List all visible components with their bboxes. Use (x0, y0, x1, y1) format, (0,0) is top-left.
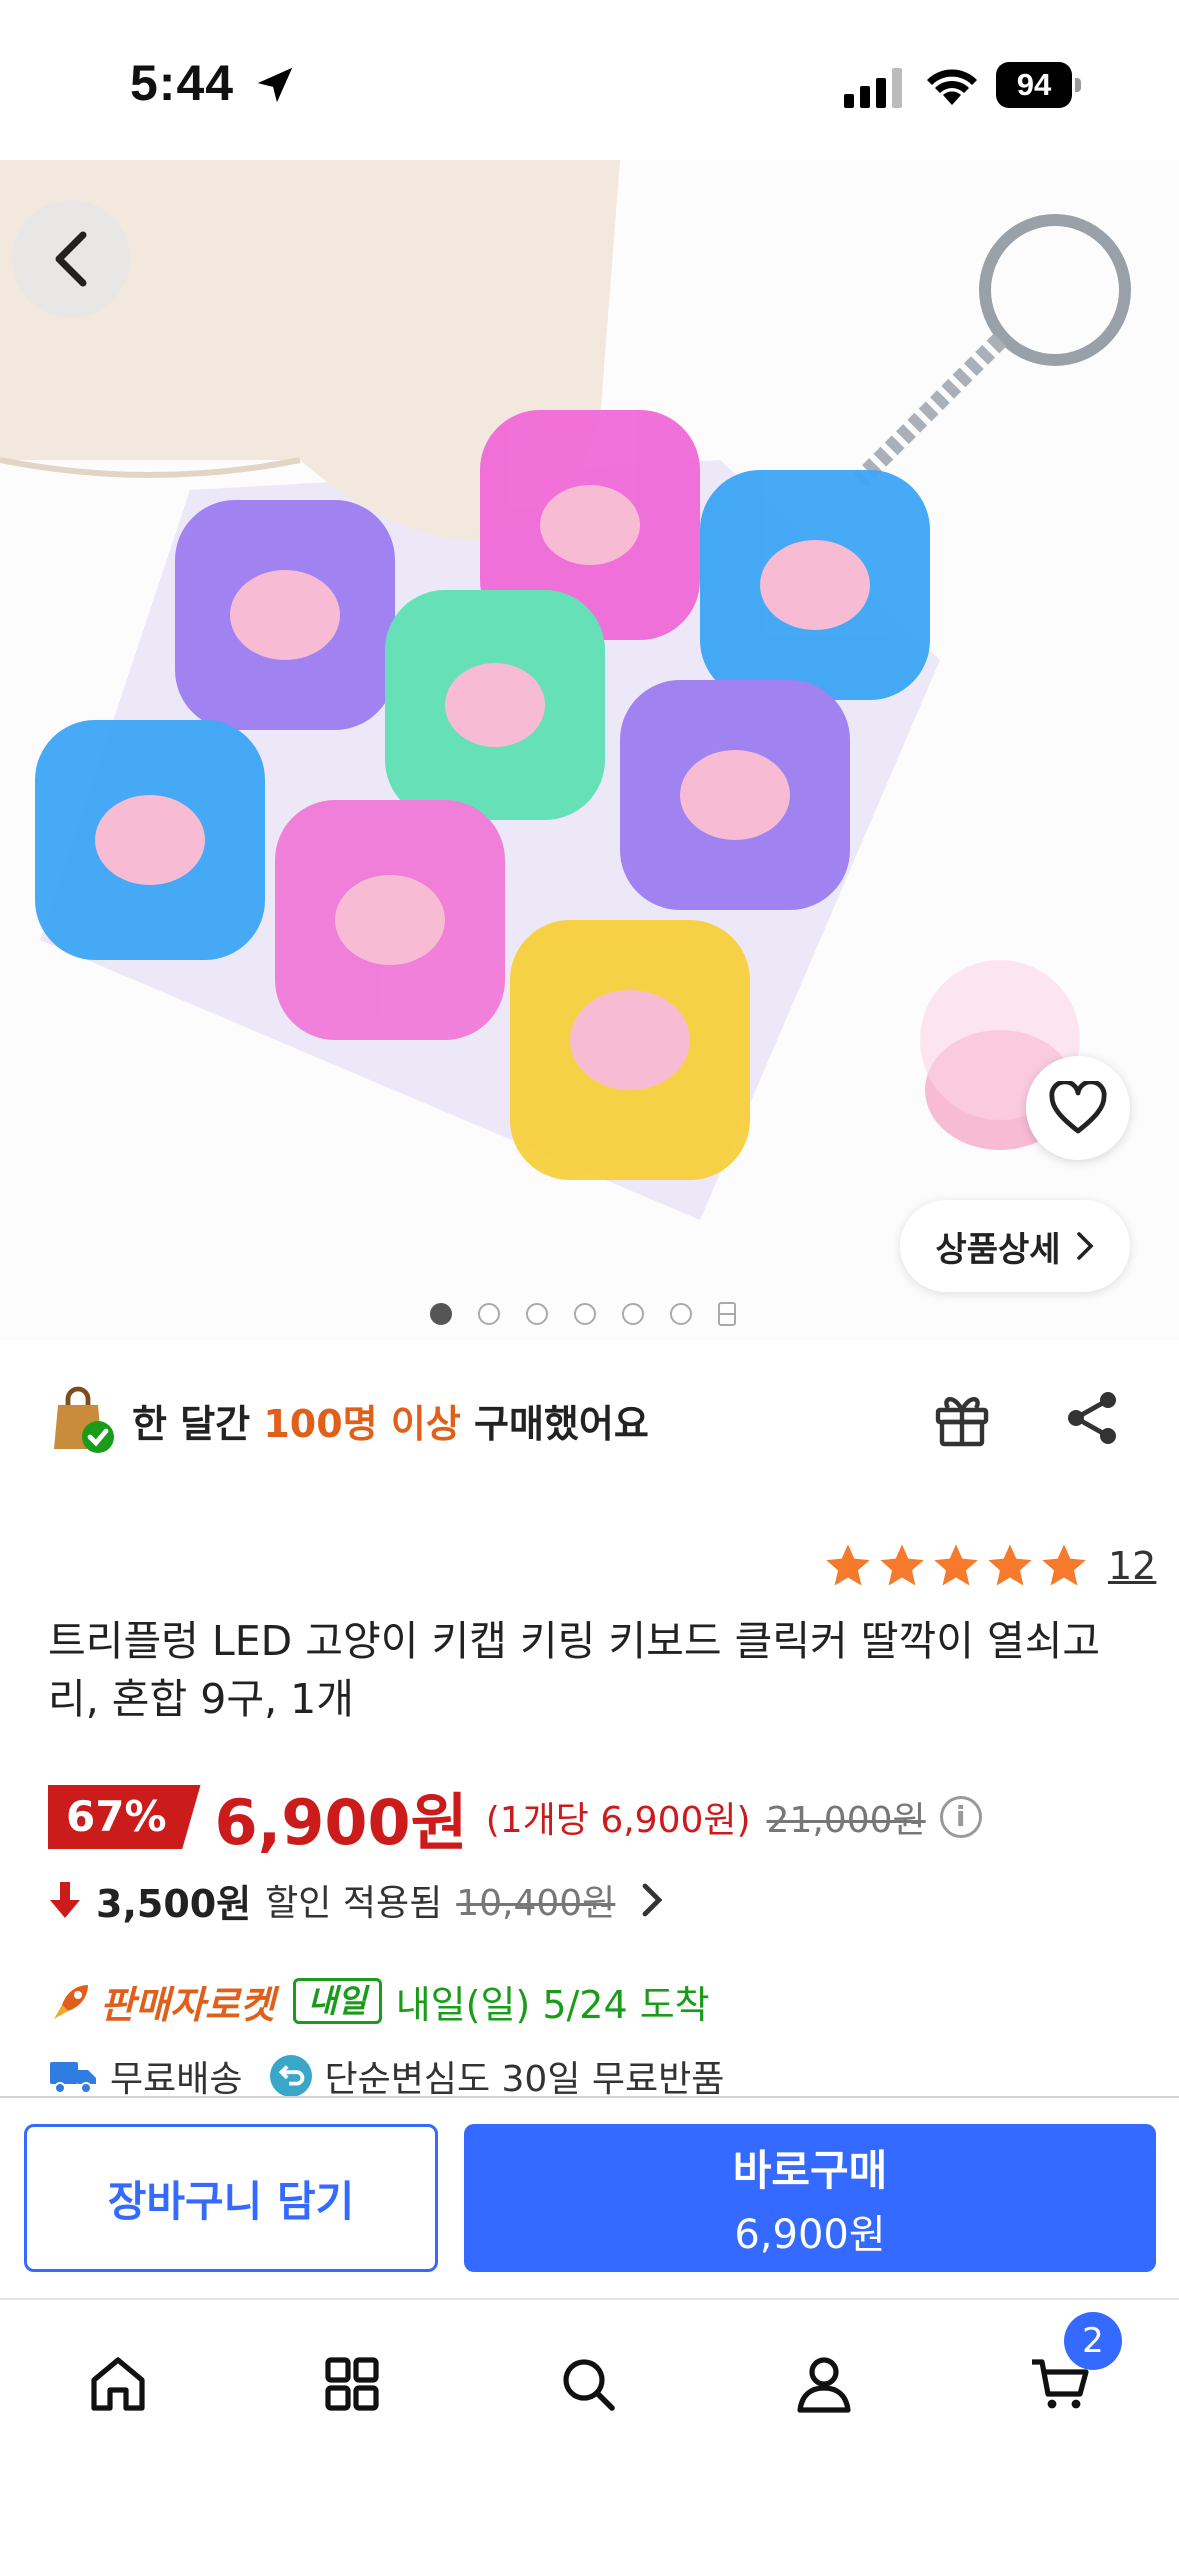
unit-price: (1개당 6,900원) (485, 1800, 751, 1841)
grid-icon (325, 2357, 379, 2411)
down-arrow-icon (50, 1882, 80, 1918)
purchase-count-row: 한 달간 100명 이상 구매했어요 (50, 1380, 1130, 1460)
free-return-text: 단순변심도 30일 무료반품 (324, 2059, 725, 2100)
chevron-left-icon (55, 231, 87, 287)
carousel-dot-1[interactable] (430, 1303, 452, 1325)
home-icon (91, 2357, 145, 2411)
discount-badge: 67% (48, 1785, 201, 1849)
truck-icon (50, 2062, 96, 2094)
star-icon (1042, 1544, 1086, 1586)
return-icon (270, 2055, 313, 2097)
tab-search[interactable] (546, 2342, 630, 2426)
user-icon (797, 2357, 851, 2413)
gift-icon[interactable] (930, 1386, 994, 1450)
buy-now-label: 바로구매 (732, 2145, 888, 2195)
purchase-bar: 장바구니 담기 바로구매 6,900원 (0, 2096, 1179, 2300)
battery-level: 94 (996, 62, 1072, 108)
proof-prefix: 한 달간 (132, 1401, 264, 1446)
carousel-dot-5[interactable] (622, 1303, 644, 1325)
cart-count-badge: 2 (1064, 2312, 1122, 2370)
tab-home[interactable] (76, 2342, 160, 2426)
location-arrow-icon (257, 67, 293, 103)
product-detail-button[interactable]: 상품상세 (900, 1200, 1130, 1292)
search-icon (563, 2359, 615, 2411)
sale-price: 6,900원 (214, 1786, 468, 1859)
back-button[interactable] (12, 200, 130, 318)
carousel-dot-4[interactable] (574, 1303, 596, 1325)
carousel-dot-2[interactable] (478, 1303, 500, 1325)
star-icon (988, 1544, 1032, 1586)
carousel-dots[interactable] (430, 1302, 736, 1326)
proof-highlight: 100명 이상 (263, 1401, 461, 1446)
shopping-bag-check-icon (54, 1386, 114, 1453)
coupon-original-price: 10,400원 (456, 1883, 616, 1924)
battery-indicator: 94 (996, 62, 1082, 108)
tab-cart[interactable]: 2 (1018, 2312, 1122, 2426)
original-price: 21,000원 (766, 1800, 926, 1841)
product-photo (0, 160, 1131, 1220)
product-detail-label: 상품상세 (935, 1229, 1061, 1270)
carousel-dot-3[interactable] (526, 1303, 548, 1325)
heart-icon (1049, 1081, 1107, 1134)
coupon-price-row[interactable]: 3,500원 할인 적용됨 10,400원 (48, 1870, 667, 1930)
arrival-date: 내일(일) 5/24 도착 (395, 1982, 710, 2027)
buy-now-button[interactable]: 바로구매 6,900원 (464, 2124, 1156, 2272)
review-count-link[interactable]: 12 (1108, 1544, 1156, 1588)
coupon-price: 3,500원 (96, 1881, 252, 1926)
carousel-dot-6[interactable] (670, 1303, 692, 1325)
wishlist-button[interactable] (1026, 1056, 1130, 1160)
wifi-icon (927, 69, 977, 105)
purchase-count-text: 한 달간 100명 이상 구매했어요 (132, 1393, 649, 1448)
bottom-tab-bar: 2 (0, 2298, 1179, 2556)
share-icon[interactable] (1060, 1386, 1124, 1450)
carousel-more-icon[interactable] (718, 1302, 736, 1326)
proof-suffix: 구매했어요 (460, 1401, 649, 1446)
seller-rocket-label: 판매자로켓 (100, 1982, 275, 2027)
battery-cap (1075, 78, 1081, 92)
add-to-cart-button[interactable]: 장바구니 담기 (24, 2124, 438, 2272)
product-rating[interactable]: 12 (822, 1540, 1156, 1592)
chevron-right-icon (1076, 1232, 1094, 1260)
star-icon (880, 1544, 924, 1586)
star-icon (934, 1544, 978, 1586)
status-time: 5:44 (130, 55, 235, 111)
tab-categories[interactable] (310, 2342, 394, 2426)
price-row: 67% 6,900원 (1개당 6,900원) 21,000원 i (48, 1782, 1148, 1859)
cellular-signal-icon (844, 68, 902, 108)
tomorrow-badge: 내일 (292, 1978, 382, 2024)
delivery-row: 판매자로켓 내일 내일(일) 5/24 도착 (48, 1970, 710, 2032)
coupon-label: 할인 적용됨 (265, 1883, 443, 1924)
buy-now-price: 6,900원 (734, 2211, 886, 2258)
status-bar: 5:44 94 (0, 0, 1179, 160)
free-shipping-text: 무료배송 (110, 2059, 243, 2100)
product-image-carousel[interactable]: 상품상세 (0, 160, 1179, 1340)
info-icon[interactable]: i (939, 1796, 982, 1838)
chevron-right-icon (642, 1883, 663, 1917)
tab-my-account[interactable] (782, 2342, 866, 2426)
rocket-icon (54, 1985, 88, 2019)
star-icon (826, 1544, 870, 1586)
product-title: 트리플렁 LED 고양이 키캡 키링 키보드 클릭커 딸깍이 열쇠고리, 혼합 … (48, 1617, 1101, 1723)
